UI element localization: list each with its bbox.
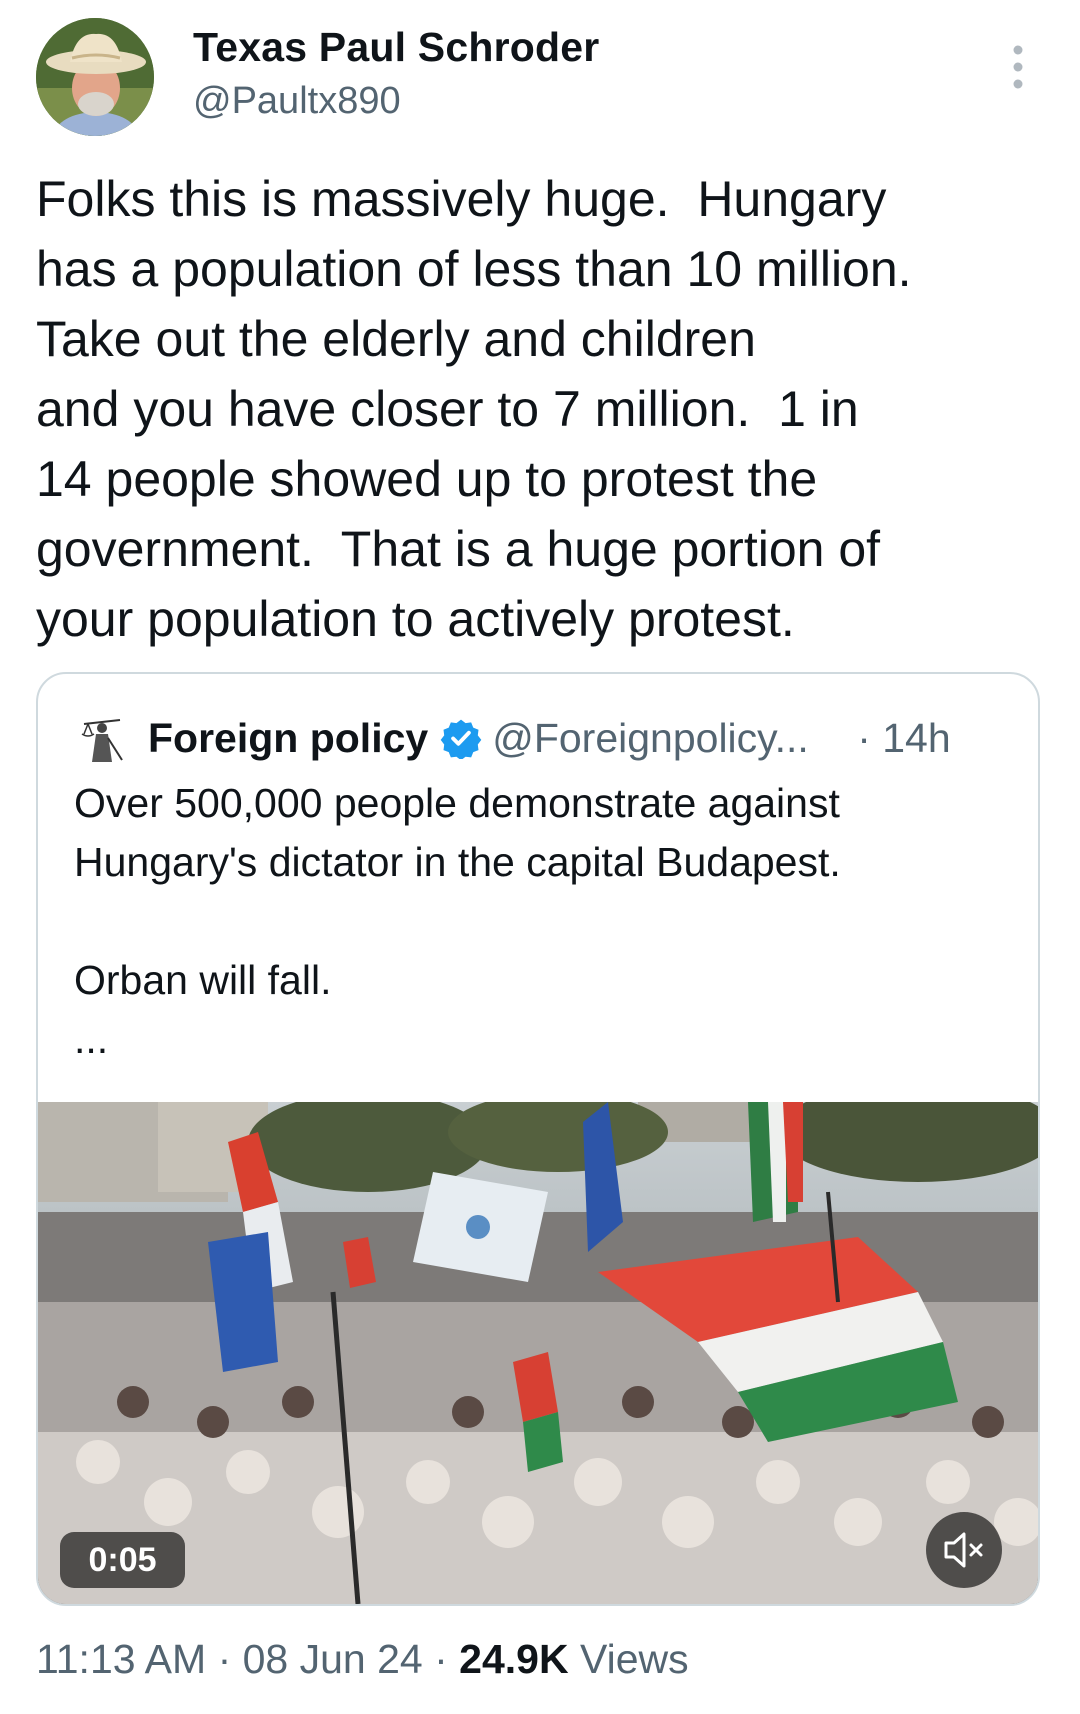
more-vertical-icon [1013,45,1023,89]
quoted-text-ellipsis: ... [74,1016,109,1062]
tweet-text-line: and you have closer to 7 million. 1 in [36,381,859,437]
tweet-meta: 11:13 AM · 08 Jun 24 · 24.9K Views [36,1636,689,1683]
tweet-text-line: Folks this is massively huge. Hungary [36,171,887,227]
views-label: Views [568,1636,689,1682]
tweet-text-line: 14 people showed up to protest the [36,451,818,507]
mute-toggle-button[interactable] [926,1512,1002,1588]
tweet-text-line: Take out the elderly and children [36,311,756,367]
quoted-author-name[interactable]: Foreign policy [148,715,428,762]
quoted-tweet-card[interactable]: Foreign policy @Foreignpolicy... · 14h O… [36,672,1040,1606]
verified-badge-icon [440,719,482,759]
cowboy-hat-man-avatar [36,18,154,136]
tweet-text-line: government. That is a huge portion of [36,521,881,577]
more-options-button[interactable] [1006,44,1030,90]
author-avatar[interactable] [36,18,154,136]
tweet-text-line: your population to actively protest. [36,591,795,647]
lady-justice-logo [74,710,130,766]
quoted-tweet-text: Over 500,000 people demonstrate against … [74,774,1014,1069]
video-duration-badge: 0:05 [60,1532,185,1588]
tweet-text-line: has a population of less than 10 million… [36,241,912,297]
quoted-text-line: Orban will fall. [74,957,332,1003]
tweet-date[interactable]: 08 Jun 24 [243,1636,423,1682]
quoted-text-line: Hungary's dictator in the capital Budape… [74,839,841,885]
quoted-tweet-header: Foreign policy @Foreignpolicy... · 14h [74,710,1024,766]
author-display-name[interactable]: Texas Paul Schroder [193,24,599,71]
quoted-text-spacer [74,892,1014,951]
video-thumbnail [38,1102,1038,1604]
speaker-muted-icon [944,1532,983,1568]
meta-separator: · [422,1636,460,1682]
tweet-text: Folks this is massively huge. Hungary ha… [36,164,1046,654]
views-count[interactable]: 24.9K [459,1636,568,1682]
meta-separator: · [206,1636,243,1682]
video-player[interactable]: 0:05 [38,1102,1038,1604]
tweet-time[interactable]: 11:13 AM [36,1636,206,1682]
quoted-tweet-time[interactable]: · 14h [857,715,950,762]
quoted-author-handle[interactable]: @Foreignpolicy... [492,715,837,762]
author-handle[interactable]: @Paultx890 [193,80,401,123]
quoted-text-line: Over 500,000 people demonstrate against [74,780,840,826]
